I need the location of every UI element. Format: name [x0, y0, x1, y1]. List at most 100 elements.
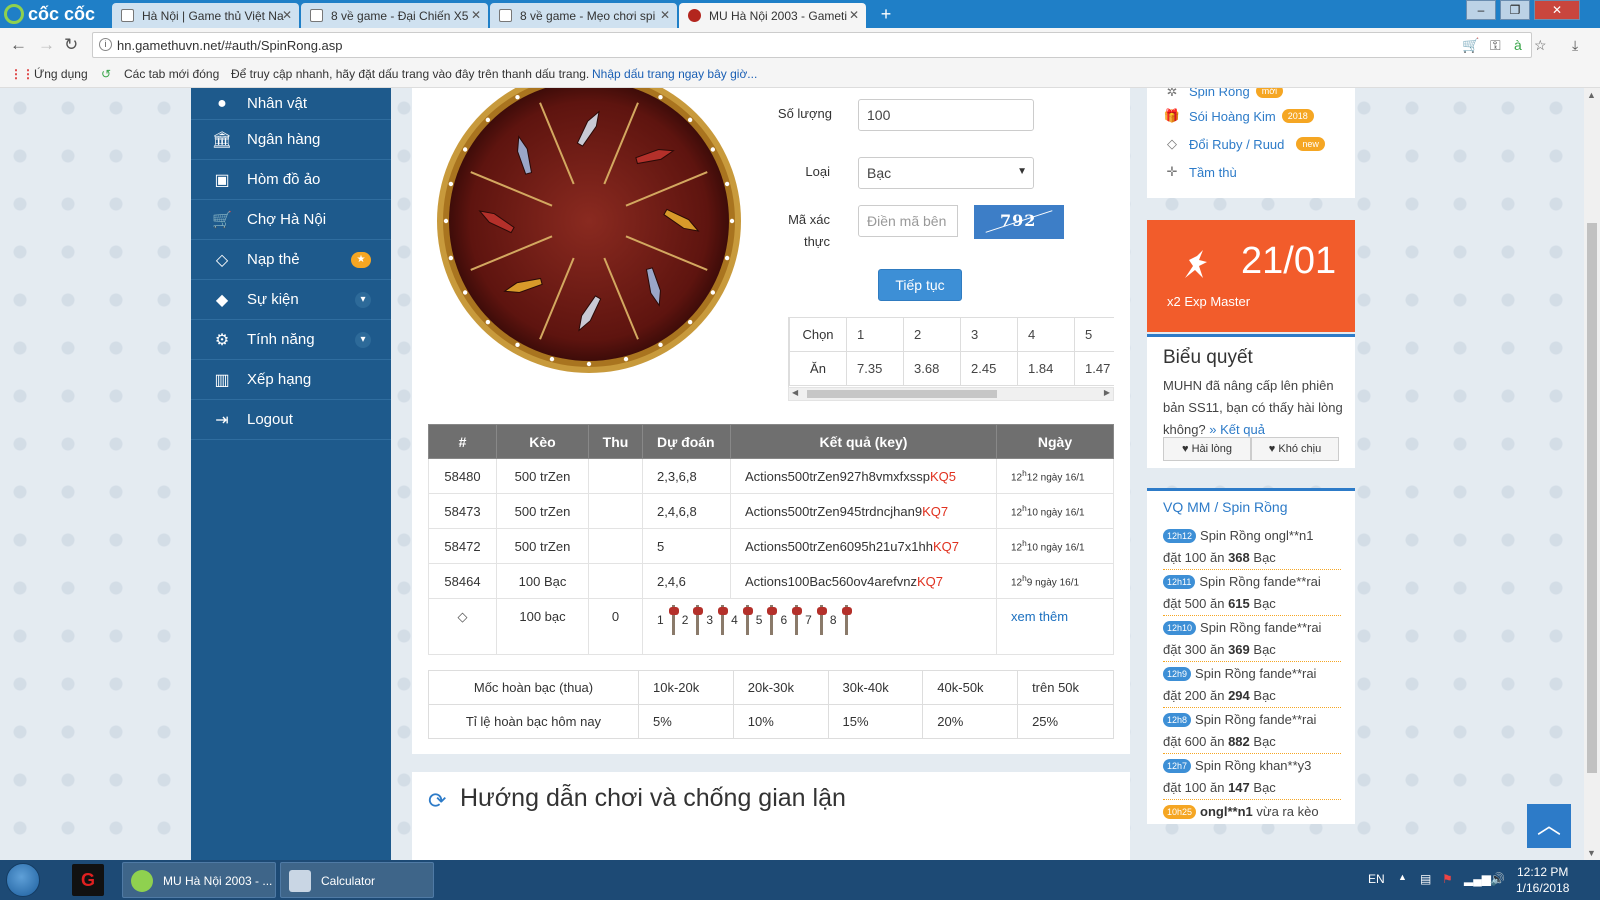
- close-icon[interactable]: ✕: [849, 8, 859, 22]
- exp-event-banner[interactable]: 21/01 x2 Exp Master: [1147, 220, 1355, 332]
- tab-mu-hanoi[interactable]: MU Hà Nội 2003 - Gameti ✕: [679, 3, 866, 28]
- close-icon[interactable]: ✕: [660, 8, 670, 22]
- taskbar-app-browser[interactable]: MU Hà Nội 2003 - ...: [122, 862, 276, 898]
- import-bookmarks-link[interactable]: Nhập dấu trang ngay bây giờ...: [592, 67, 757, 81]
- key-icon[interactable]: ⚿: [1490, 37, 1501, 53]
- taskbar-app-calculator[interactable]: Calculator: [280, 862, 434, 898]
- nav-item-topup[interactable]: ◇ Nạp thẻ ★: [191, 240, 391, 280]
- back-to-top-button[interactable]: ︿: [1527, 804, 1571, 848]
- captcha-input[interactable]: Điền mã bên: [858, 205, 958, 237]
- taskbar-app-label: Calculator: [321, 874, 376, 888]
- feed-text: vừa ra kèo: [1256, 804, 1319, 819]
- type-value: Bạc: [867, 165, 892, 181]
- scroll-thumb[interactable]: [1587, 223, 1597, 773]
- tab-hanoi[interactable]: Hà Nội | Game thủ Việt Na ✕: [112, 3, 299, 28]
- weapon-icon: [667, 603, 679, 637]
- flag-icon[interactable]: ⚑: [1442, 872, 1453, 886]
- nav-item-events[interactable]: ◆ Sự kiện ▾: [191, 280, 391, 320]
- reload-icon[interactable]: ↻: [64, 36, 78, 54]
- spin-wheel[interactable]: [436, 88, 742, 374]
- scroll-right-icon[interactable]: ▶: [1104, 388, 1110, 397]
- recent-tabs-bookmark[interactable]: Các tab mới đóng: [124, 67, 219, 81]
- system-clock[interactable]: 12:12 PM 1/16/2018: [1516, 864, 1569, 896]
- start-button[interactable]: [6, 863, 40, 897]
- notes-icon[interactable]: ▤: [1420, 872, 1431, 886]
- scroll-thumb[interactable]: [807, 390, 997, 398]
- wheel-light: [462, 147, 468, 152]
- scroll-down-icon[interactable]: ▼: [1587, 848, 1596, 858]
- odds-horizontal-scrollbar[interactable]: ◀ ▶: [788, 387, 1114, 401]
- feed-text: Spin Rồng ongl**n1: [1200, 528, 1314, 543]
- close-window-button[interactable]: ✕: [1534, 0, 1580, 20]
- show-hidden-icons-icon[interactable]: ▲: [1398, 872, 1407, 882]
- gift-icon: 🎁: [1163, 108, 1181, 123]
- continue-button[interactable]: Tiếp tục: [878, 269, 962, 301]
- link-spin-rong[interactable]: ✲ Spin Rồng mới: [1147, 88, 1355, 102]
- bar-chart-icon: ▥: [214, 371, 230, 389]
- tab-dai-chien[interactable]: 8 về game - Đại Chiến X5 ✕: [301, 3, 488, 28]
- feed-unit: Bạc: [1253, 734, 1276, 749]
- diamond-icon: ◇: [1167, 136, 1177, 151]
- typing-icon[interactable]: à: [1514, 37, 1522, 53]
- info-icon[interactable]: i: [99, 38, 112, 51]
- tab-meo-choi[interactable]: 8 về game - Mẹo chơi spi ✕: [490, 3, 677, 28]
- feed-text: Spin Rồng fande**rai: [1195, 712, 1317, 727]
- nav-item-character[interactable]: ● Nhân vật: [191, 88, 391, 120]
- captcha-placeholder: Điền mã bên: [867, 213, 947, 229]
- link-soi-hoang-kim[interactable]: 🎁 Sói Hoàng Kim 2018: [1147, 102, 1355, 130]
- nav-item-ranking[interactable]: ▥ Xếp hạng: [191, 360, 391, 400]
- dislike-button[interactable]: ♥ Khó chịu: [1251, 437, 1339, 461]
- feed-title[interactable]: VQ MM / Spin Rồng: [1163, 499, 1288, 515]
- item-number: 3: [706, 613, 714, 627]
- event-text: x2 Exp Master: [1167, 294, 1251, 309]
- minimize-button[interactable]: ‒: [1466, 0, 1496, 20]
- date-hour: 12: [1011, 577, 1023, 589]
- quantity-input[interactable]: 100: [858, 99, 1034, 131]
- scroll-up-icon[interactable]: ▲: [1587, 90, 1596, 100]
- row-income: [588, 493, 643, 529]
- url-input[interactable]: i hn.gamethuvn.net/#auth/SpinRong.asp: [92, 32, 1532, 58]
- nav-item-logout[interactable]: ⇥ Logout: [191, 400, 391, 440]
- weapon-icon: [815, 603, 827, 637]
- nav-item-inventory[interactable]: ▣ Hòm đồ ảo: [191, 160, 391, 200]
- odds-choice: 4: [1017, 317, 1075, 352]
- like-button[interactable]: ♥ Hài lòng: [1163, 437, 1251, 461]
- item-number: 7: [805, 613, 812, 627]
- nav-item-features[interactable]: ⚙ Tính năng ▾: [191, 320, 391, 360]
- network-icon[interactable]: ▂▄▆: [1464, 872, 1491, 886]
- time-badge: 12h7: [1163, 759, 1192, 773]
- briefcase-icon: ▣: [214, 171, 230, 189]
- volume-icon[interactable]: 🔊: [1490, 872, 1505, 886]
- language-indicator[interactable]: EN: [1368, 872, 1385, 886]
- new-tab-button[interactable]: +: [875, 5, 897, 23]
- close-icon[interactable]: ✕: [282, 8, 292, 22]
- download-icon[interactable]: ⤓: [1572, 37, 1578, 53]
- close-icon[interactable]: ✕: [471, 8, 481, 22]
- link-doi-ruby[interactable]: ◇ Đổi Ruby / Ruud new: [1147, 130, 1355, 158]
- page-scrollbar[interactable]: ▲ ▼: [1584, 88, 1600, 860]
- apps-bookmark[interactable]: Ứng dụng: [34, 67, 88, 81]
- scroll-left-icon[interactable]: ◀: [792, 388, 798, 397]
- time-badge: 12h9: [1163, 667, 1192, 681]
- see-more-link[interactable]: xem thêm: [1011, 609, 1068, 624]
- col-header: Kết quả (key): [730, 424, 997, 459]
- type-select[interactable]: Bạc ▼: [858, 157, 1034, 189]
- coccoc-logo[interactable]: cốc cốc: [4, 2, 95, 26]
- captcha-text: 792: [1000, 211, 1037, 230]
- nav-label: Ngân hàng: [247, 131, 321, 148]
- quantity-label: Số lượng: [777, 106, 832, 121]
- garena-app-icon[interactable]: G: [72, 864, 104, 896]
- bookmark-star-icon[interactable]: ☆: [1534, 37, 1547, 53]
- date-rest: 12 ngày 16/1: [1026, 472, 1085, 484]
- odds-payout-row: Ăn 7.35 3.68 2.45 1.84 1.47: [789, 351, 1114, 386]
- nav-item-market[interactable]: 🛒 Chợ Hà Nội: [191, 200, 391, 240]
- forward-icon[interactable]: →: [38, 36, 55, 54]
- wheel-light: [729, 218, 735, 224]
- row-income: [588, 528, 643, 564]
- poll-result-link[interactable]: » Kết quả: [1209, 422, 1265, 437]
- nav-item-bank[interactable]: 🏛 Ngân hàng: [191, 120, 391, 160]
- link-tam-thu[interactable]: ✛ Tầm thù: [1147, 158, 1355, 186]
- maximize-button[interactable]: ❐: [1500, 0, 1530, 20]
- back-icon[interactable]: ←: [10, 36, 27, 54]
- cart-extension-icon[interactable]: 🛒: [1462, 37, 1479, 53]
